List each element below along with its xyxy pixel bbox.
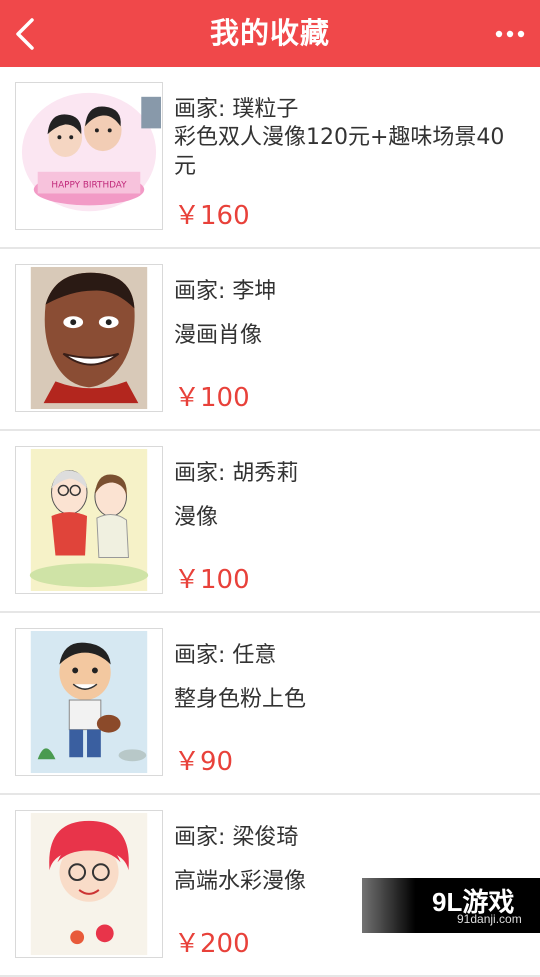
artist-name: 画家: 胡秀莉 — [174, 461, 299, 486]
list-item[interactable]: 画家: 胡秀莉 漫像 ￥100 — [0, 431, 540, 613]
price: ￥160 — [174, 201, 250, 231]
male-caricature-portrait — [16, 265, 162, 411]
artist-name: 画家: 梁俊琦 — [174, 825, 299, 850]
svg-text:HAPPY BIRTHDAY: HAPPY BIRTHDAY — [51, 181, 127, 191]
more-dots-icon — [495, 30, 525, 38]
list-item[interactable]: 画家: 李坤 漫画肖像 ￥100 — [0, 249, 540, 431]
list-item[interactable]: 画家: 任意 整身色粉上色 ￥90 — [0, 613, 540, 795]
artwork-thumbnail[interactable] — [15, 628, 163, 776]
product-title: 整身色粉上色 — [174, 687, 307, 712]
artist-name: 画家: 李坤 — [174, 279, 277, 304]
artwork-thumbnail[interactable] — [15, 446, 163, 594]
product-title: 漫像 — [174, 505, 219, 530]
product-title: 漫画肖像 — [174, 323, 263, 348]
favorites-list: HAPPY BIRTHDAY 画家: 璞粒子 彩色双人漫像120元+趣味场景40… — [0, 67, 540, 977]
price: ￥200 — [174, 929, 250, 959]
boy-fullbody-caricature — [16, 629, 162, 775]
artist-name: 画家: 璞粒子 — [174, 97, 299, 122]
artwork-thumbnail[interactable] — [15, 810, 163, 958]
site-watermark: 9L游戏 91danji.com — [362, 878, 540, 933]
artwork-thumbnail[interactable] — [15, 264, 163, 412]
app-header: 我的收藏 — [0, 0, 540, 67]
artist-name: 画家: 任意 — [174, 643, 277, 668]
couple-garden-caricature — [16, 447, 162, 593]
girl-watercolor-caricature — [16, 811, 162, 957]
list-item[interactable]: HAPPY BIRTHDAY 画家: 璞粒子 彩色双人漫像120元+趣味场景40… — [0, 67, 540, 249]
price: ￥100 — [174, 383, 250, 413]
price: ￥90 — [174, 747, 234, 777]
artwork-thumbnail[interactable]: HAPPY BIRTHDAY — [15, 82, 163, 230]
page-title: 我的收藏 — [209, 16, 330, 50]
couple-cake-caricature: HAPPY BIRTHDAY — [16, 83, 162, 229]
watermark-url: 91danji.com — [457, 912, 522, 926]
product-title: 彩色双人漫像120元+趣味场景40元 — [174, 125, 505, 179]
price: ￥100 — [174, 565, 250, 595]
more-button[interactable] — [494, 20, 526, 48]
